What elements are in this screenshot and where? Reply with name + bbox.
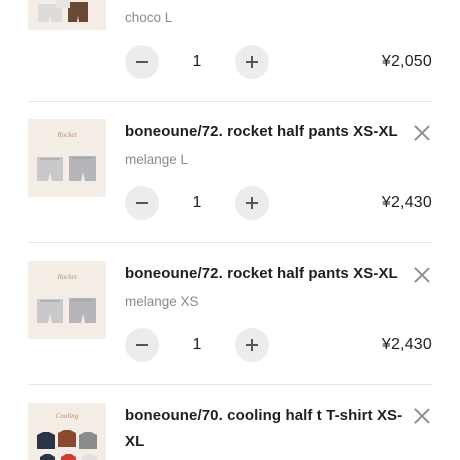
- svg-text:Cooling: Cooling: [56, 412, 79, 420]
- cart-list: choco L 1 ¥2,050 Rocket boneoune/72. roc…: [0, 0, 460, 460]
- decrease-quantity-button[interactable]: [125, 45, 159, 79]
- svg-text:Rocket: Rocket: [56, 273, 77, 281]
- minus-icon: [136, 344, 148, 346]
- remove-item-button[interactable]: [412, 123, 432, 143]
- item-price: ¥2,430: [381, 194, 432, 211]
- cart-item: Rocket boneoune/72. rocket half pants XS…: [28, 119, 432, 229]
- plus-icon: [251, 56, 253, 68]
- item-price: ¥2,430: [381, 336, 432, 353]
- quantity-value: 1: [192, 53, 202, 70]
- variant-label: melange XS: [125, 294, 199, 309]
- cart-item: Cooling boneoune/70. cooling half t T-sh…: [28, 403, 432, 460]
- quantity-value: 1: [192, 336, 202, 353]
- svg-text:Rocket: Rocket: [56, 131, 77, 139]
- remove-item-button[interactable]: [412, 265, 432, 285]
- cart-item: Rocket boneoune/72. rocket half pants XS…: [28, 261, 432, 371]
- cart-item: choco L 1 ¥2,050: [28, 0, 432, 92]
- variant-label: melange L: [125, 152, 189, 167]
- decrease-quantity-button[interactable]: [125, 328, 159, 362]
- variant-label: choco L: [125, 10, 173, 25]
- item-divider: [28, 101, 432, 102]
- product-title[interactable]: boneoune/72. rocket half pants XS-XL: [125, 261, 405, 287]
- product-image: Cooling: [28, 403, 106, 460]
- product-thumbnail[interactable]: Rocket: [28, 119, 106, 197]
- product-thumbnail[interactable]: Cooling: [28, 403, 106, 460]
- item-divider: [28, 242, 432, 243]
- plus-icon: [251, 197, 253, 209]
- increase-quantity-button[interactable]: [235, 45, 269, 79]
- product-thumbnail[interactable]: Rocket: [28, 261, 106, 339]
- quantity-value: 1: [192, 194, 202, 211]
- product-image: [28, 0, 106, 30]
- decrease-quantity-button[interactable]: [125, 186, 159, 220]
- minus-icon: [136, 202, 148, 204]
- product-thumbnail[interactable]: [28, 0, 106, 30]
- increase-quantity-button[interactable]: [235, 186, 269, 220]
- product-title[interactable]: boneoune/70. cooling half t T-shirt XS-X…: [125, 403, 405, 455]
- product-image: Rocket: [28, 119, 106, 197]
- product-title[interactable]: boneoune/72. rocket half pants XS-XL: [125, 119, 405, 145]
- minus-icon: [136, 61, 148, 63]
- remove-item-button[interactable]: [412, 406, 432, 426]
- item-divider: [28, 384, 432, 385]
- plus-icon: [251, 339, 253, 351]
- product-image: Rocket: [28, 261, 106, 339]
- item-price: ¥2,050: [381, 53, 432, 70]
- increase-quantity-button[interactable]: [235, 328, 269, 362]
